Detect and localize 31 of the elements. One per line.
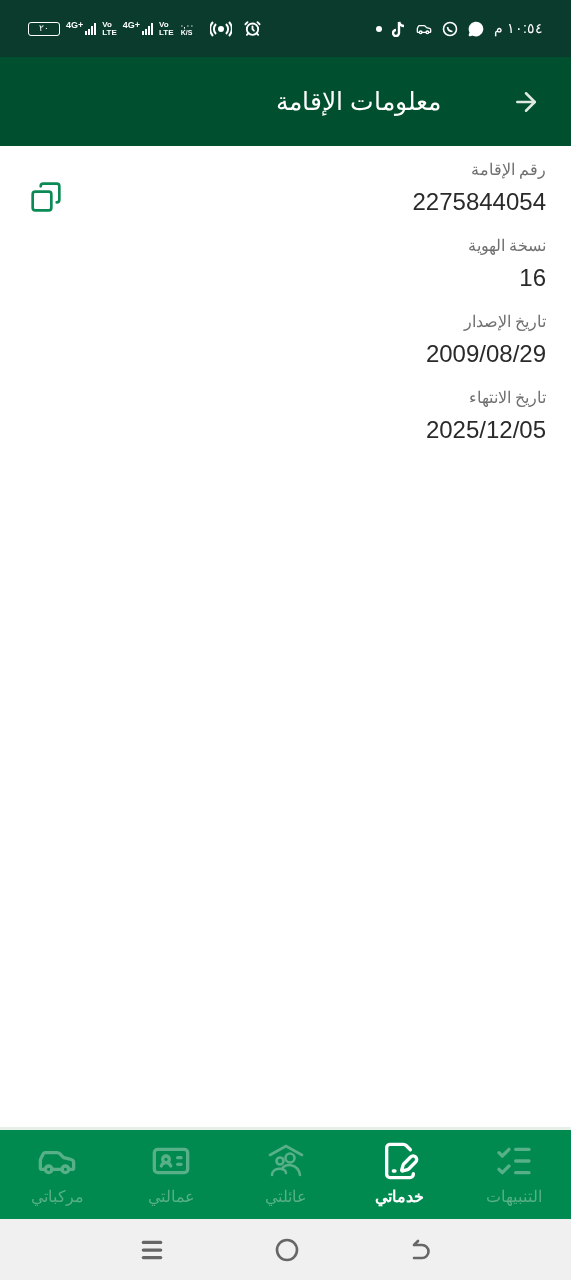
field-label: نسخة الهوية [467,236,546,257]
status-time: ١٠:٥٤ م [494,19,543,39]
music-note-icon [392,20,407,37]
nav-tab[interactable]: مركباتي [0,1130,115,1219]
network-type: 4G+ [66,20,84,30]
hotspot-icon [209,20,232,37]
message-icon [468,20,485,37]
home-button[interactable] [274,1237,299,1262]
field-value: 2009/08/29 [425,339,546,369]
signal-icon [85,22,98,35]
field-value: 2275844054 [412,187,546,217]
volte-label: Vo [102,20,113,29]
volte-label: LTE [102,28,117,37]
field-label: تاريخ الإصدار [463,312,546,333]
field-value: 2025/12/05 [425,415,546,445]
signal-icon [142,22,155,35]
battery-icon: ٢٠ [28,21,60,36]
field-label: تاريخ الانتهاء [468,388,546,409]
page-title: معلومات الإقامة [276,85,441,118]
whatsapp-icon [442,20,459,37]
nav-tab[interactable]: عمالتي [114,1130,229,1219]
volte-label: Vo [159,20,170,29]
field-value: 16 [519,263,546,293]
volte-label: LTE [159,28,174,37]
nav-tab[interactable]: عائلتي [228,1130,343,1219]
nav-tab[interactable]: التنبيهات [456,1130,571,1219]
network-type: 4G+ [122,20,141,30]
alarm-icon [243,20,261,37]
copy-button[interactable] [30,180,62,214]
nav-tab[interactable]: خدماتي [342,1130,457,1219]
field-label: رقم الإقامة [470,160,546,181]
